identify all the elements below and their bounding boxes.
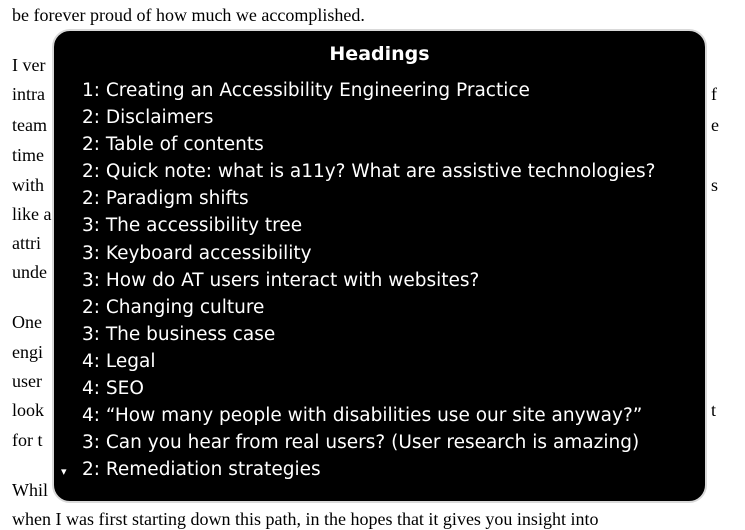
heading-item[interactable]: 4: Legal [82, 348, 689, 375]
article-text-fragment: s [711, 175, 719, 195]
scroll-down-icon: ▾ [61, 465, 67, 478]
article-text-fragment: attri [12, 233, 41, 253]
rotor-title: Headings [329, 43, 430, 65]
heading-item[interactable]: 2: Disclaimers [82, 104, 689, 131]
article-text-fragment: time [12, 145, 44, 165]
headings-list: 1: Creating an Accessibility Engineering… [82, 77, 689, 483]
heading-item[interactable]: 2: Changing culture [82, 294, 689, 321]
heading-item[interactable]: 3: Keyboard accessibility [82, 240, 689, 267]
article-text-fragment: for t [12, 430, 43, 450]
article-text-fragment: I ver [12, 55, 46, 75]
article-text-fragment: like a [12, 204, 52, 224]
article-text-fragment: engi [12, 342, 43, 362]
heading-item[interactable]: 2: Quick note: what is a11y? What are as… [82, 158, 689, 185]
article-text-fragment: with [12, 175, 45, 195]
heading-item[interactable]: 3: The accessibility tree [82, 212, 689, 239]
heading-item[interactable]: 3: How do AT users interact with website… [82, 267, 689, 294]
heading-item[interactable]: 1: Creating an Accessibility Engineering… [82, 77, 689, 104]
heading-item[interactable]: 2: Paradigm shifts [82, 185, 689, 212]
article-text-fragment: unde [12, 262, 47, 282]
heading-item[interactable]: 3: The business case [82, 321, 689, 348]
article-text-fragment: look [12, 400, 45, 420]
heading-item[interactable]: 4: SEO [82, 375, 689, 402]
article-text-fragment: e [711, 115, 719, 135]
heading-item[interactable]: 3: Can you hear from real users? (User r… [82, 429, 689, 456]
article-text-fragment: One [12, 312, 42, 332]
article-text-fragment: team [12, 115, 47, 135]
headings-rotor[interactable]: Headings 1: Creating an Accessibility En… [52, 29, 707, 503]
heading-item[interactable]: 4: “How many people with disabilities us… [82, 402, 689, 429]
article-text-fragment: t [711, 400, 717, 420]
article-text-fragment: intra [12, 84, 45, 104]
heading-item[interactable]: 2: Table of contents [82, 131, 689, 158]
heading-item[interactable]: 2: Remediation strategies [82, 456, 689, 483]
article-text-fragment: Whil [12, 480, 48, 500]
article-text-line: when I was first starting down this path… [12, 509, 599, 529]
article-text-fragment: user [12, 371, 42, 391]
article-text-line: be forever proud of how much we accompli… [12, 5, 365, 25]
article-text-fragment: f [711, 84, 717, 104]
